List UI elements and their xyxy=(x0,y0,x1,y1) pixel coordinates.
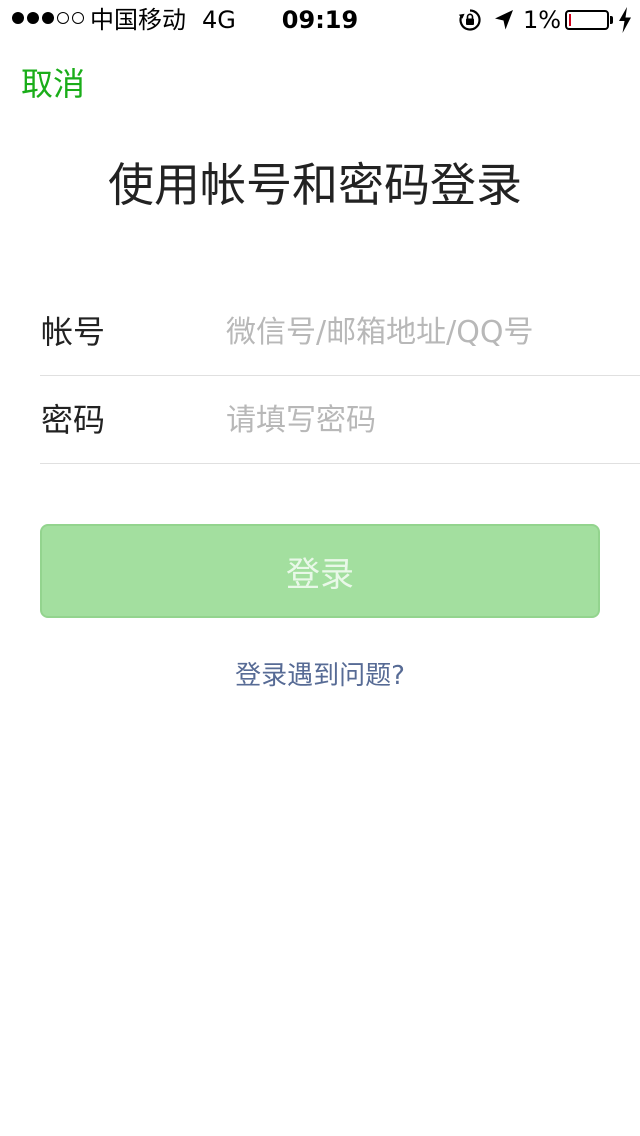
battery-level-fill xyxy=(569,14,571,26)
signal-dot xyxy=(12,12,24,24)
status-time: 09:19 xyxy=(281,6,359,34)
login-screen: 中国移动 4G 09:19 1% 取消 使用帐号和密码登录 帐号 密码 xyxy=(0,0,640,1136)
password-label: 密码 xyxy=(41,401,106,439)
battery-icon xyxy=(565,10,609,30)
signal-strength-indicator xyxy=(12,12,84,24)
location-arrow-icon xyxy=(495,10,513,30)
rotation-lock-icon xyxy=(458,9,481,31)
login-button[interactable]: 登录 xyxy=(40,524,600,618)
network-type: 4G xyxy=(202,6,236,34)
signal-dot xyxy=(57,12,69,24)
login-help-link[interactable]: 登录遇到问题? xyxy=(0,656,640,696)
password-input[interactable] xyxy=(226,396,626,444)
password-row: 密码 xyxy=(40,376,640,464)
signal-dot xyxy=(72,12,84,24)
signal-dot xyxy=(42,12,54,24)
battery-tip xyxy=(610,16,613,24)
charging-bolt-icon xyxy=(619,7,631,33)
battery-percent: 1% xyxy=(523,6,562,34)
cancel-button[interactable]: 取消 xyxy=(21,64,85,104)
page-title: 使用帐号和密码登录 xyxy=(108,158,522,212)
signal-dot xyxy=(27,12,39,24)
carrier-name: 中国移动 xyxy=(90,6,186,34)
account-row: 帐号 xyxy=(40,288,640,376)
account-label: 帐号 xyxy=(41,313,106,351)
account-input[interactable] xyxy=(226,308,626,356)
status-bar: 中国移动 4G 09:19 1% xyxy=(0,0,640,40)
